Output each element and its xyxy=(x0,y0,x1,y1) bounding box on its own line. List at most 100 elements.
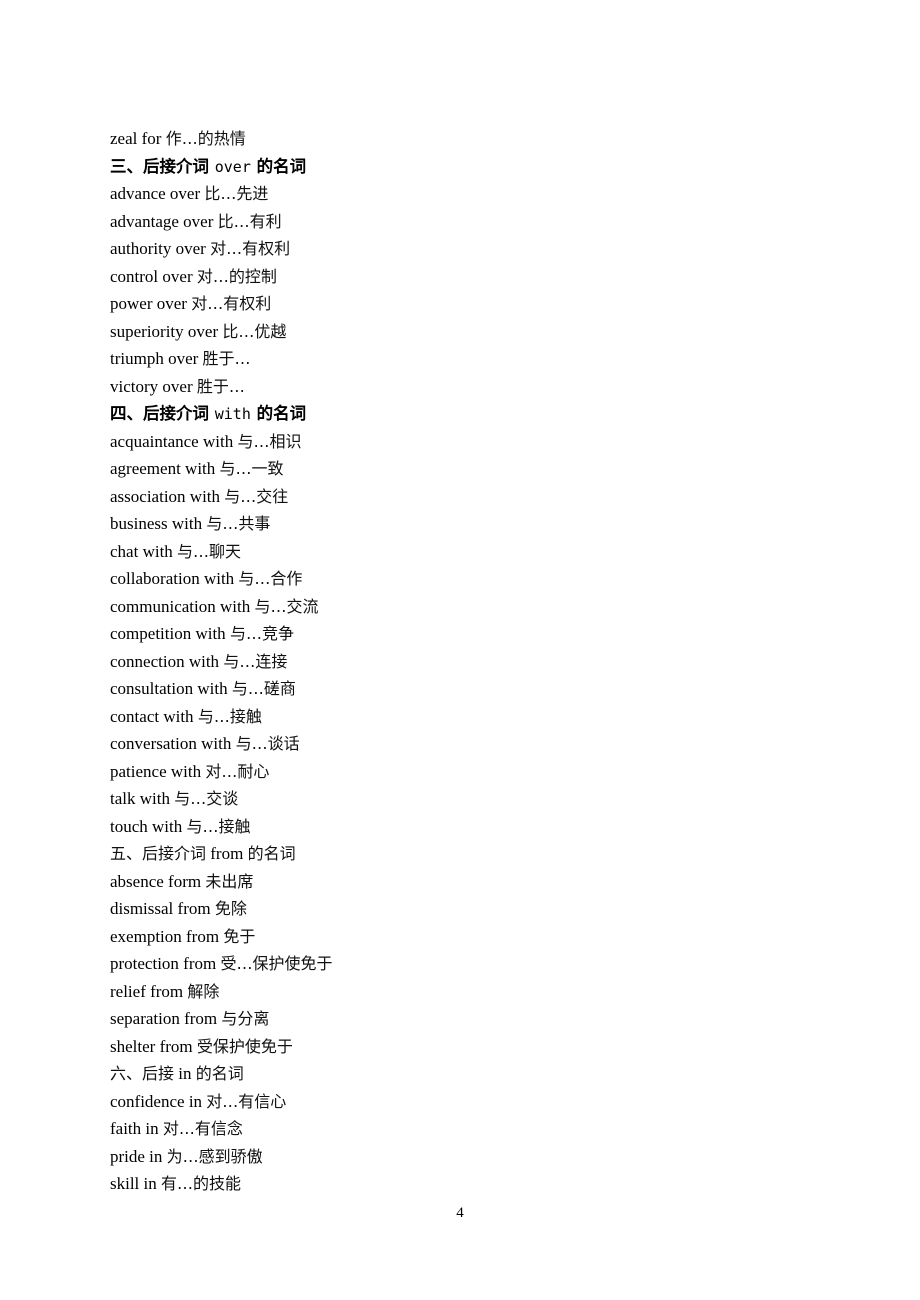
document-body: zeal for 作…的热情三、后接介词 over 的名词 advance ove… xyxy=(110,125,810,1198)
heading-preposition: from xyxy=(210,844,244,863)
entry-english: pride in xyxy=(110,1146,163,1166)
entry-english: triumph over xyxy=(110,349,199,368)
entry-english: association with xyxy=(110,486,221,506)
entry-chinese: 比…先进 xyxy=(204,184,269,203)
entry-english: consultation with xyxy=(110,679,228,698)
entry-english: superiority over xyxy=(110,321,219,341)
entry-chinese: 未出席 xyxy=(205,871,254,891)
entry-english: acquaintance with xyxy=(110,431,234,451)
section-heading: 六、后接 in 的名词 xyxy=(110,1060,810,1088)
entry-english: protection from xyxy=(110,954,217,973)
entry-chinese: 对…的控制 xyxy=(196,266,277,286)
entry-english: connection with xyxy=(110,651,220,671)
entry-chinese: 对…有权利 xyxy=(191,294,272,313)
entry-chinese: 与…交往 xyxy=(224,486,289,506)
entry-chinese: 与…谈话 xyxy=(235,734,300,753)
heading-preposition: with xyxy=(214,405,251,423)
vocab-entry: chat with 与…聊天 xyxy=(110,538,810,566)
entry-english: absence form xyxy=(110,871,202,891)
entry-chinese: 免除 xyxy=(214,899,247,918)
vocab-entry: authority over 对…有权利 xyxy=(110,235,810,263)
entry-english: zeal for xyxy=(110,129,162,148)
entry-chinese: 与…连接 xyxy=(223,651,288,671)
heading-preposition: over xyxy=(214,157,251,176)
heading-suffix: 的名词 xyxy=(195,1064,244,1083)
vocab-entry: relief from 解除 xyxy=(110,978,810,1006)
vocab-entry: patience with 对…耐心 xyxy=(110,758,810,786)
vocab-entry: conversation with 与…谈话 xyxy=(110,730,810,758)
vocab-entry: agreement with 与…一致 xyxy=(110,455,810,483)
entry-chinese: 与…接触 xyxy=(197,706,262,726)
entry-english: business with xyxy=(110,514,203,533)
heading-suffix: 的名词 xyxy=(256,156,307,176)
entry-chinese: 对…有信心 xyxy=(206,1091,287,1111)
heading-preposition: in xyxy=(178,1064,192,1083)
vocab-entry: business with 与…共事 xyxy=(110,510,810,538)
vocab-entry: triumph over 胜于… xyxy=(110,345,810,373)
entry-english: relief from xyxy=(110,981,184,1001)
entry-english: authority over xyxy=(110,239,206,258)
entry-chinese: 与…磋商 xyxy=(231,679,296,698)
vocab-entry: exemption from 免于 xyxy=(110,923,810,951)
entry-english: confidence in xyxy=(110,1091,203,1111)
heading-prefix: 四、后接介词 xyxy=(110,404,209,423)
vocab-entry: acquaintance with 与…相识 xyxy=(110,428,810,456)
vocab-entry: communication with 与…交流 xyxy=(110,593,810,621)
entry-chinese: 与…竞争 xyxy=(229,624,294,643)
vocab-entry: competition with 与…竞争 xyxy=(110,620,810,648)
section-heading: 四、后接介词 with 的名词 xyxy=(110,400,810,428)
entry-chinese: 对…有权利 xyxy=(210,239,291,258)
entry-chinese: 与分离 xyxy=(221,1009,270,1028)
vocab-entry: faith in 对…有信念 xyxy=(110,1115,810,1143)
entry-chinese: 与…一致 xyxy=(219,459,284,478)
vocab-entry: pride in 为…感到骄傲 xyxy=(110,1143,810,1171)
entry-chinese: 有…的技能 xyxy=(161,1174,242,1193)
entry-english: victory over xyxy=(110,376,193,396)
vocab-entry: advantage over 比…有利 xyxy=(110,208,810,236)
entry-chinese: 与…合作 xyxy=(238,569,303,588)
entry-chinese: 受…保护使免于 xyxy=(220,954,333,973)
heading-suffix: 的名词 xyxy=(256,404,307,423)
entry-english: skill in xyxy=(110,1174,157,1193)
entry-english: conversation with xyxy=(110,734,232,753)
vocab-entry: touch with 与…接触 xyxy=(110,813,810,841)
entry-chinese: 与…聊天 xyxy=(177,541,242,561)
vocab-entry: dismissal from 免除 xyxy=(110,895,810,923)
heading-prefix: 五、后接介词 xyxy=(110,844,207,863)
entry-english: advance over xyxy=(110,184,201,203)
entry-chinese: 为…感到骄傲 xyxy=(166,1146,263,1166)
entry-english: power over xyxy=(110,294,187,313)
vocab-entry: collaboration with 与…合作 xyxy=(110,565,810,593)
entry-chinese: 与…交谈 xyxy=(174,789,239,808)
entry-english: competition with xyxy=(110,624,226,643)
entry-english: communication with xyxy=(110,596,251,616)
entry-english: agreement with xyxy=(110,459,216,478)
vocab-entry: protection from 受…保护使免于 xyxy=(110,950,810,978)
entry-english: touch with xyxy=(110,816,183,836)
entry-chinese: 比…有利 xyxy=(217,211,282,231)
entry-chinese: 比…优越 xyxy=(222,321,287,341)
vocab-entry: consultation with 与…磋商 xyxy=(110,675,810,703)
entry-english: separation from xyxy=(110,1009,218,1028)
vocab-entry: control over 对…的控制 xyxy=(110,263,810,291)
vocab-entry: absence form 未出席 xyxy=(110,868,810,896)
vocab-entry: connection with 与…连接 xyxy=(110,648,810,676)
vocab-entry: advance over 比…先进 xyxy=(110,180,810,208)
entry-chinese: 与…共事 xyxy=(206,514,271,533)
vocab-entry: shelter from 受保护使免于 xyxy=(110,1033,810,1061)
entry-chinese: 胜于… xyxy=(202,349,251,368)
vocab-entry: zeal for 作…的热情 xyxy=(110,125,810,153)
vocab-entry: association with 与…交往 xyxy=(110,483,810,511)
vocab-entry: separation from 与分离 xyxy=(110,1005,810,1033)
entry-english: shelter from xyxy=(110,1036,193,1056)
entry-english: chat with xyxy=(110,541,173,561)
entry-chinese: 与…相识 xyxy=(237,431,302,451)
entry-chinese: 胜于… xyxy=(196,376,245,396)
entry-english: advantage over xyxy=(110,211,214,231)
heading-prefix: 三、后接介词 xyxy=(110,156,209,176)
heading-suffix: 的名词 xyxy=(247,844,296,863)
entry-chinese: 免于 xyxy=(223,926,256,946)
entry-english: control over xyxy=(110,266,193,286)
vocab-entry: skill in 有…的技能 xyxy=(110,1170,810,1198)
entry-chinese: 解除 xyxy=(187,981,220,1001)
